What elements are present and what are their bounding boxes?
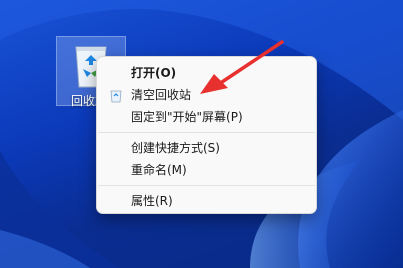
- arrow-shaft: [220, 40, 284, 84]
- arrow-head: [200, 74, 228, 94]
- red-arrow-annotation: [200, 40, 284, 94]
